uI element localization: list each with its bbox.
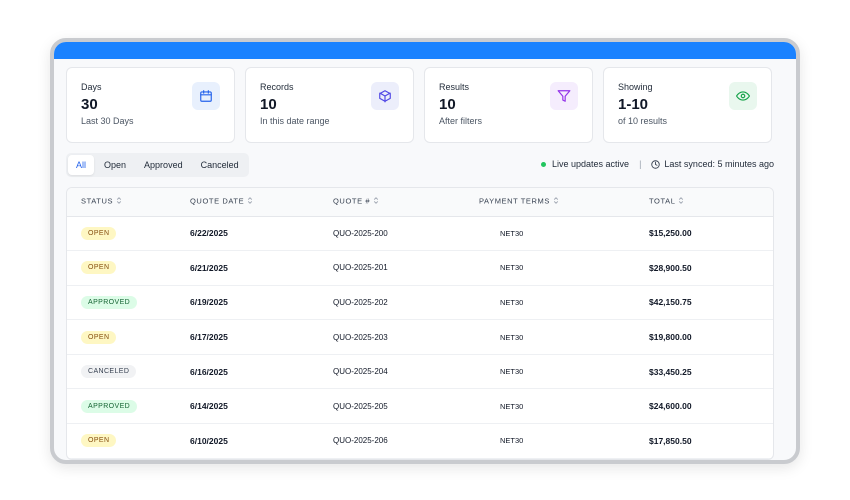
filter-bar: All Open Approved Canceled Live updates … bbox=[66, 153, 774, 177]
payment-terms: NET30 bbox=[479, 388, 649, 425]
status-badge: APPROVED bbox=[81, 295, 138, 309]
quote-date: 6/17/2025 bbox=[190, 319, 333, 355]
quote-date: 6/16/2025 bbox=[190, 354, 333, 390]
filter-icon bbox=[550, 82, 578, 110]
quote-date: 6/10/2025 bbox=[190, 423, 333, 459]
sort-icon bbox=[373, 196, 379, 207]
tab-approved[interactable]: Approved bbox=[136, 155, 191, 175]
tab-open[interactable]: Open bbox=[96, 155, 134, 175]
card-subtitle: of 10 results bbox=[618, 116, 668, 126]
main-content: Days 30 Last 30 Days Records 10 In this … bbox=[66, 67, 774, 460]
payment-terms: NET30 bbox=[479, 285, 649, 321]
status-badge: CANCELED bbox=[81, 365, 137, 379]
quote-date: 6/19/2025 bbox=[190, 285, 333, 321]
sync-status: Live updates active | Last synced: 5 min… bbox=[541, 159, 774, 169]
quote-number: QUO-2025-201 bbox=[333, 250, 479, 286]
quote-date: 6/14/2025 bbox=[190, 388, 333, 425]
table-row[interactable]: APPROVED 6/14/2025 QUO-2025-205 NET30 $2… bbox=[67, 388, 773, 425]
table-row[interactable]: OPEN 6/10/2025 QUO-2025-206 NET30 $17,85… bbox=[67, 423, 773, 459]
column-header-payment-terms[interactable]: PAYMENT TERMS bbox=[479, 188, 649, 217]
sort-icon bbox=[247, 196, 253, 207]
sort-icon bbox=[553, 196, 559, 207]
payment-terms: NET30 bbox=[479, 354, 649, 390]
last-synced-text: Last synced: 5 minutes ago bbox=[664, 159, 774, 169]
status-badge: OPEN bbox=[81, 330, 117, 344]
table-row[interactable]: OPEN 6/22/2025 QUO-2025-200 NET30 $15,25… bbox=[67, 216, 773, 252]
summary-cards: Days 30 Last 30 Days Records 10 In this … bbox=[66, 67, 774, 143]
status-tabs: All Open Approved Canceled bbox=[66, 153, 249, 177]
card-showing: Showing 1-10 of 10 results bbox=[603, 67, 772, 143]
quote-total: $17,850.50 bbox=[649, 423, 773, 459]
calendar-icon bbox=[192, 82, 220, 110]
table-header-row: STATUS QUOTE DATE QUOTE # PAYMENT TERMS … bbox=[67, 188, 773, 217]
quote-number: QUO-2025-205 bbox=[333, 388, 479, 425]
card-subtitle: After filters bbox=[439, 116, 483, 126]
table-row[interactable]: OPEN 6/17/2025 QUO-2025-203 NET30 $19,80… bbox=[67, 319, 773, 355]
quote-number: QUO-2025-200 bbox=[333, 216, 479, 252]
top-bar bbox=[54, 42, 796, 59]
column-header-status[interactable]: STATUS bbox=[67, 188, 190, 217]
card-subtitle: In this date range bbox=[260, 116, 330, 126]
status-badge: OPEN bbox=[81, 261, 117, 275]
column-header-total[interactable]: TOTAL bbox=[649, 188, 773, 217]
table-row[interactable]: CANCELED 6/16/2025 QUO-2025-204 NET30 $3… bbox=[67, 354, 773, 390]
card-results: Results 10 After filters bbox=[424, 67, 593, 143]
sort-icon bbox=[678, 196, 684, 207]
quote-total: $42,150.75 bbox=[649, 285, 773, 321]
quote-number: QUO-2025-202 bbox=[333, 285, 479, 321]
payment-terms: NET30 bbox=[479, 319, 649, 355]
live-status-text: Live updates active bbox=[552, 159, 630, 169]
quote-date: 6/22/2025 bbox=[190, 216, 333, 252]
quote-number: QUO-2025-206 bbox=[333, 423, 479, 459]
clock-icon bbox=[651, 159, 661, 169]
quote-number: QUO-2025-204 bbox=[333, 354, 479, 390]
status-badge: APPROVED bbox=[81, 399, 138, 413]
live-indicator-dot bbox=[541, 161, 547, 167]
eye-icon bbox=[729, 82, 757, 110]
card-records: Records 10 In this date range bbox=[245, 67, 414, 143]
payment-terms: NET30 bbox=[479, 250, 649, 286]
box-icon bbox=[371, 82, 399, 110]
divider: | bbox=[639, 159, 642, 169]
card-subtitle: Last 30 Days bbox=[81, 116, 134, 126]
quote-total: $19,800.00 bbox=[649, 319, 773, 355]
app-window: Days 30 Last 30 Days Records 10 In this … bbox=[50, 38, 800, 464]
payment-terms: NET30 bbox=[479, 216, 649, 252]
column-header-quote-date[interactable]: QUOTE DATE bbox=[190, 188, 333, 217]
card-days: Days 30 Last 30 Days bbox=[66, 67, 235, 143]
quote-total: $33,450.25 bbox=[649, 354, 773, 390]
quote-number: QUO-2025-203 bbox=[333, 319, 479, 355]
tab-all[interactable]: All bbox=[68, 155, 95, 175]
table-row[interactable]: APPROVED 6/19/2025 QUO-2025-202 NET30 $4… bbox=[67, 285, 773, 321]
tab-canceled[interactable]: Canceled bbox=[193, 155, 247, 175]
quote-total: $24,600.00 bbox=[649, 388, 773, 425]
quote-total: $28,900.50 bbox=[649, 250, 773, 286]
table-row[interactable]: OPEN 6/21/2025 QUO-2025-201 NET30 $28,90… bbox=[67, 250, 773, 286]
payment-terms: NET30 bbox=[479, 423, 649, 459]
quotes-table: STATUS QUOTE DATE QUOTE # PAYMENT TERMS … bbox=[66, 187, 774, 460]
column-header-quote-number[interactable]: QUOTE # bbox=[333, 188, 479, 217]
quote-total: $15,250.00 bbox=[649, 216, 773, 252]
quote-date: 6/21/2025 bbox=[190, 250, 333, 286]
status-badge: OPEN bbox=[81, 226, 117, 240]
status-badge: OPEN bbox=[81, 434, 117, 448]
sort-icon bbox=[116, 196, 122, 207]
